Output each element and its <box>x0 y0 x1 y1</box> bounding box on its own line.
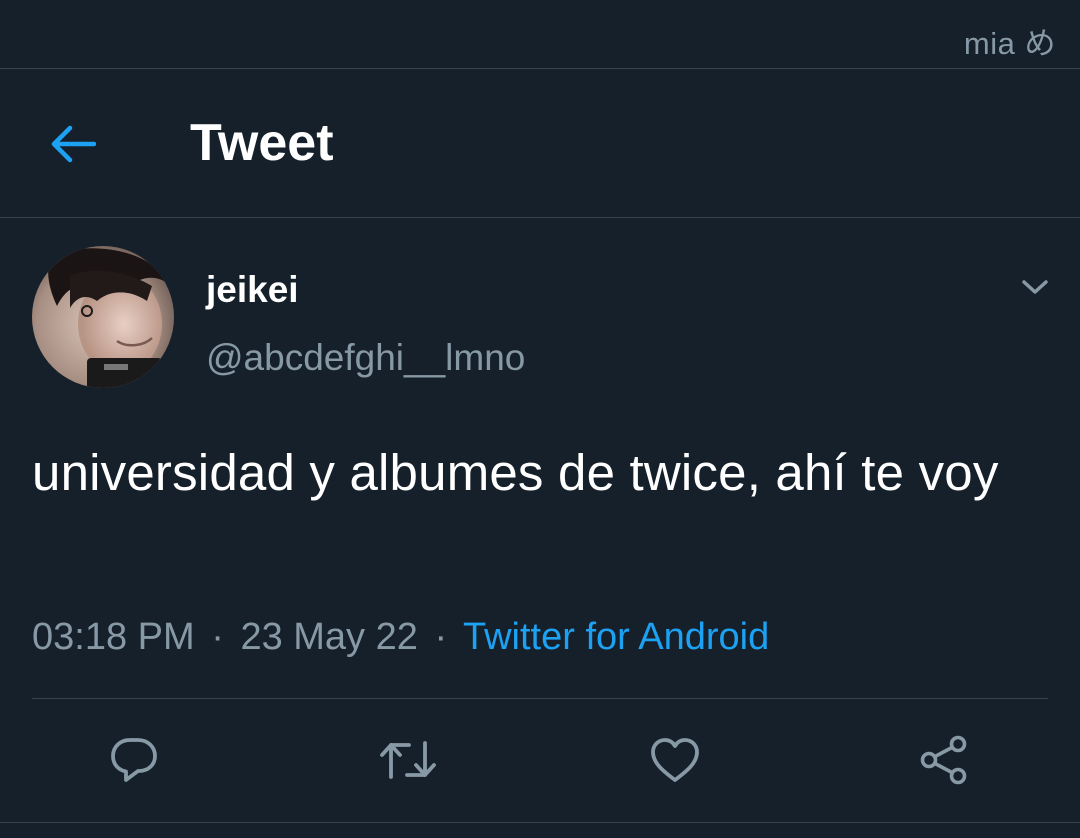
tweet-source-link[interactable]: Twitter for Android <box>463 616 769 658</box>
avatar[interactable] <box>32 246 174 388</box>
share-icon <box>920 735 967 785</box>
back-button[interactable] <box>40 111 106 177</box>
tweet-date: 23 May 22 <box>240 616 418 658</box>
status-bar: mia め <box>0 0 1080 69</box>
divider <box>0 822 1080 823</box>
meta-separator: · <box>211 616 224 658</box>
tweet-options-button[interactable] <box>1010 262 1060 312</box>
like-button[interactable] <box>645 730 705 790</box>
tweet-meta: 03:18 PM · 23 May 22 · Twitter for Andro… <box>32 612 769 662</box>
tweet-time: 03:18 PM <box>32 616 195 658</box>
arrow-left-icon <box>51 125 96 163</box>
divider <box>32 698 1048 699</box>
retweet-icon <box>380 741 436 779</box>
tweet-text: universidad y albumes de twice, ahí te v… <box>32 444 999 501</box>
share-button[interactable] <box>914 730 974 790</box>
avatar-image <box>32 246 174 388</box>
reply-button[interactable] <box>104 730 164 790</box>
retweet-button[interactable] <box>378 730 438 790</box>
author-display-name[interactable]: jeikei <box>206 268 299 312</box>
status-bar-text: mia め <box>963 26 1056 61</box>
author-handle[interactable]: @abcdefghi__lmno <box>206 336 525 380</box>
page-title: Tweet <box>190 114 334 172</box>
meta-separator: · <box>434 616 448 658</box>
reply-icon <box>111 738 157 782</box>
chevron-down-icon <box>1022 280 1048 294</box>
header: Tweet <box>0 69 1080 218</box>
heart-icon <box>651 738 699 782</box>
